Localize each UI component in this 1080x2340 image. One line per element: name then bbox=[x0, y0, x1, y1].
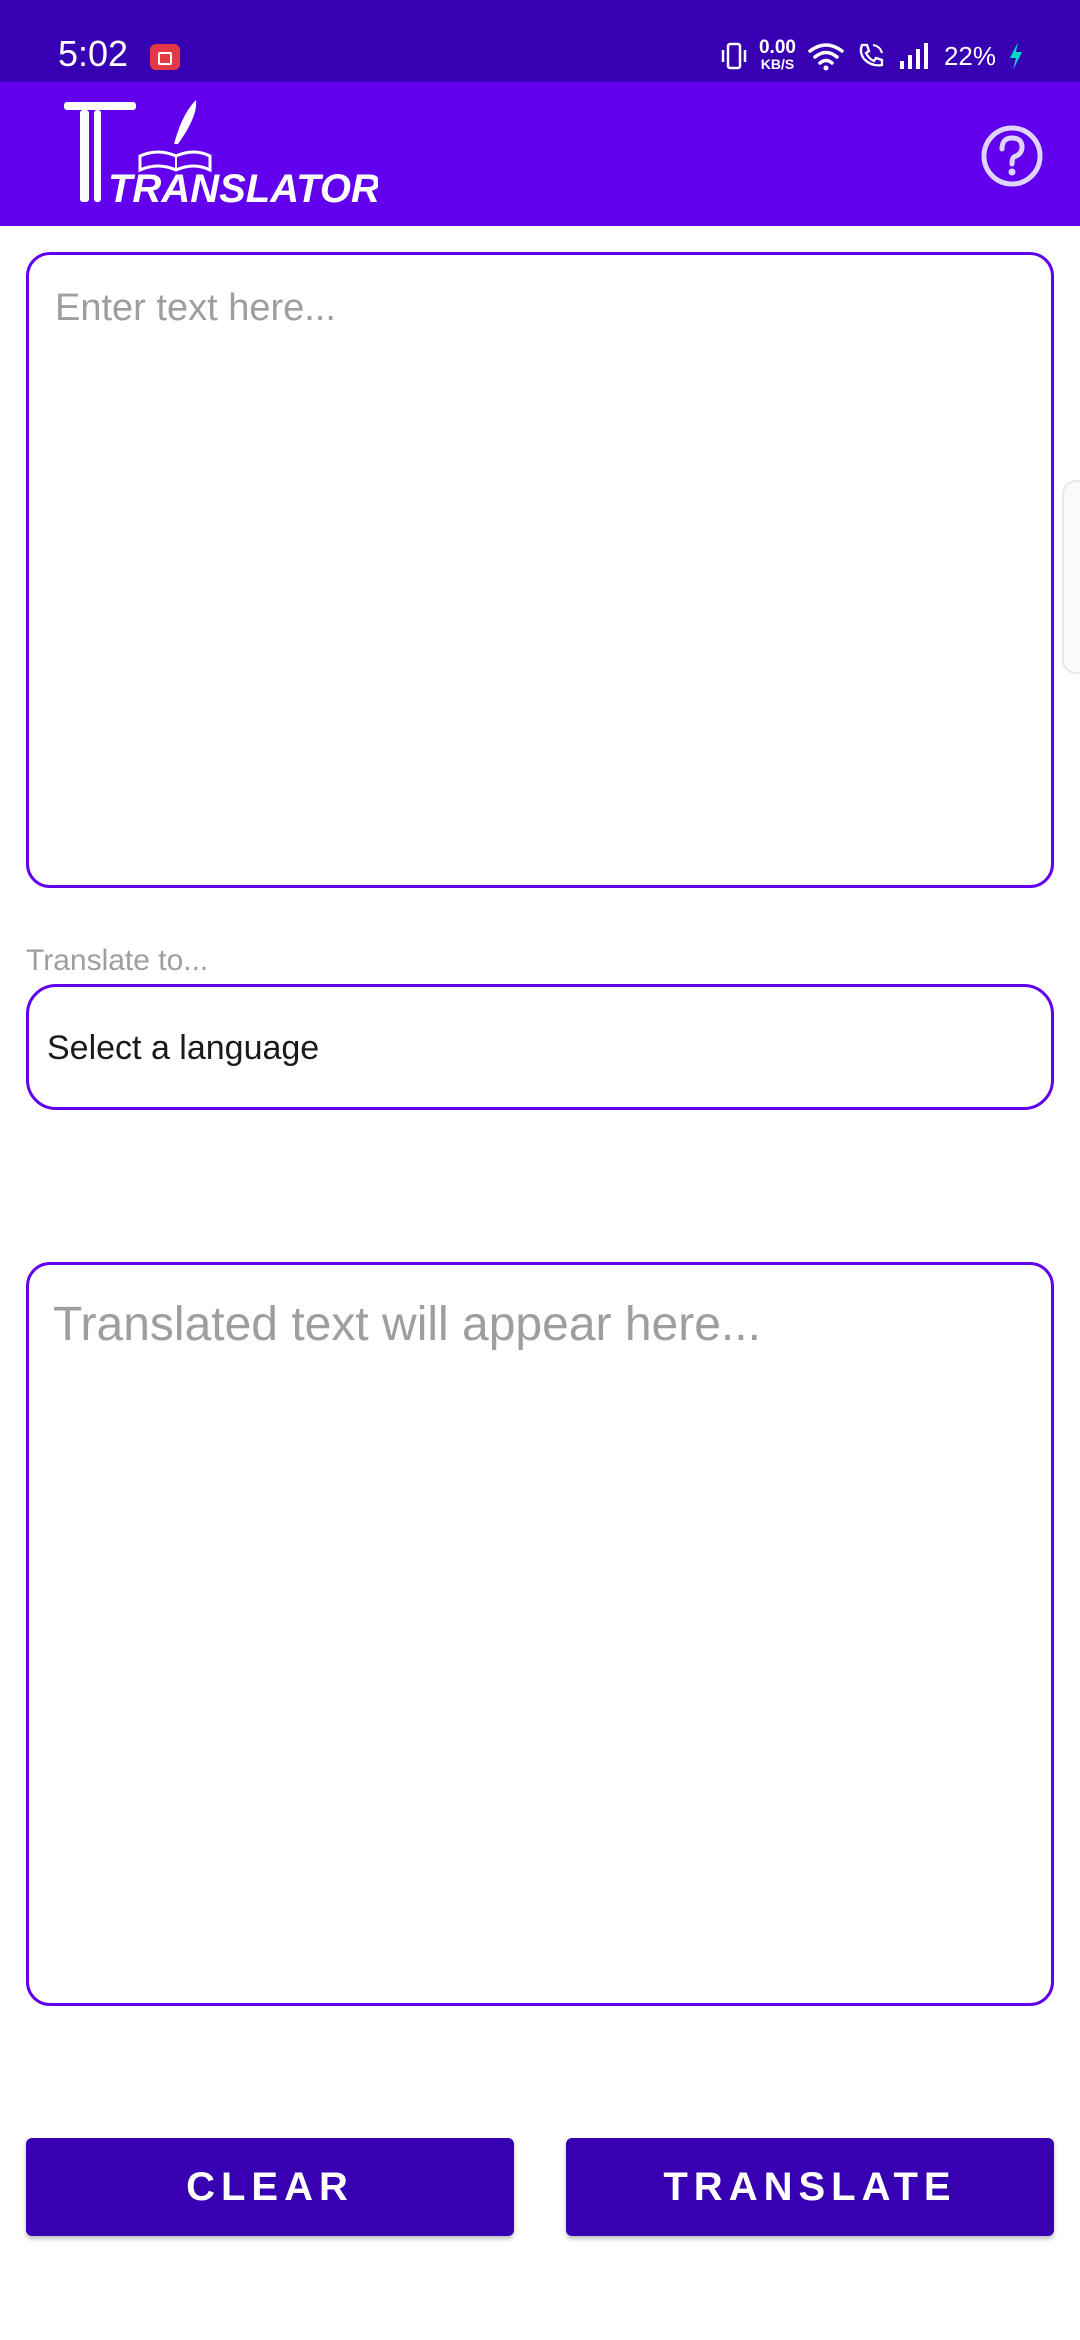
status-bar: 5:02 0.00 KB/S 22% bbox=[0, 0, 1080, 82]
edge-panel-handle[interactable] bbox=[1062, 480, 1080, 674]
network-speed: 0.00 KB/S bbox=[758, 37, 796, 72]
translated-text-output[interactable]: Translated text will appear here... bbox=[26, 1262, 1054, 2006]
logo-text: TRANSLATOR bbox=[108, 167, 378, 211]
vibrate-icon bbox=[721, 42, 747, 70]
wifi-calling-icon bbox=[859, 43, 884, 67]
battery-percentage: 22% bbox=[943, 40, 996, 71]
signal-icon bbox=[899, 43, 928, 69]
screen-record-icon bbox=[150, 44, 180, 70]
battery-charging-icon bbox=[1010, 42, 1022, 70]
language-select[interactable]: Select a language bbox=[26, 984, 1054, 1110]
translated-text-placeholder: Translated text will appear here... bbox=[53, 1298, 761, 1351]
source-text-input[interactable]: Enter text here... bbox=[26, 252, 1054, 888]
status-time: 5:02 bbox=[58, 33, 129, 74]
network-speed-unit: KB/S bbox=[760, 56, 795, 72]
translate-button[interactable]: TRANSLATE bbox=[566, 2138, 1054, 2236]
translate-to-label: Translate to... bbox=[26, 944, 209, 977]
translator-logo: TRANSLATOR bbox=[64, 100, 378, 211]
source-text-placeholder: Enter text here... bbox=[55, 287, 336, 329]
wifi-icon bbox=[808, 43, 844, 71]
app-bar: TRANSLATOR bbox=[0, 82, 1080, 226]
status-indicators: 0.00 KB/S 22% bbox=[721, 34, 1024, 78]
clear-button[interactable]: CLEAR bbox=[26, 2138, 514, 2236]
language-select-value: Select a language bbox=[47, 1029, 320, 1067]
help-circle-icon[interactable] bbox=[980, 124, 1044, 188]
network-speed-value: 0.00 bbox=[758, 37, 796, 58]
